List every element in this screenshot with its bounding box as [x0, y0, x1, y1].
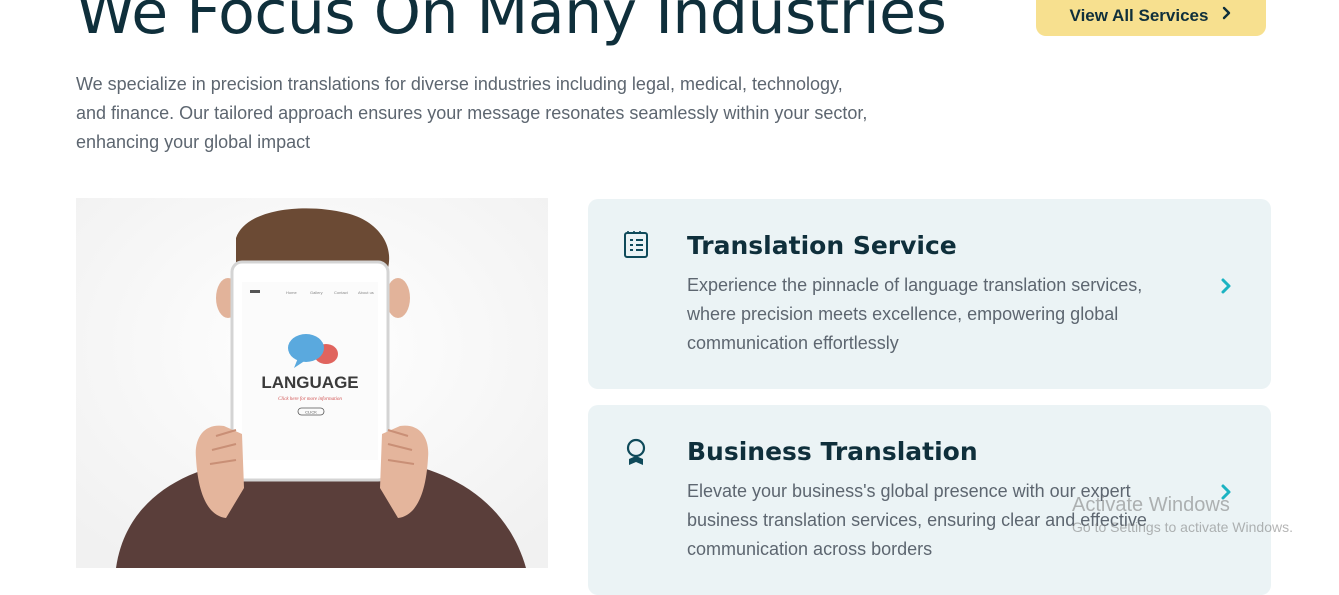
language-tablet-photo: Home Gallery Contact About us LANGUAGE C…: [76, 198, 548, 568]
section-title: We Focus On Many Industries: [76, 0, 947, 48]
award-ribbon-icon: [622, 437, 650, 467]
chevron-right-icon: [1222, 6, 1232, 25]
tablet-nav-gallery: Gallery: [310, 290, 323, 295]
service-description: Elevate your business's global presence …: [687, 481, 1147, 559]
view-all-services-button[interactable]: View All Services: [1036, 0, 1266, 36]
chevron-right-icon[interactable]: [1220, 277, 1234, 295]
section-intro: We specialize in precision translations …: [76, 74, 868, 152]
tablet-nav-home: Home: [286, 290, 297, 295]
document-list-icon: [622, 231, 650, 261]
service-card-business[interactable]: Business Translation Elevate your busine…: [588, 405, 1271, 595]
tablet-nav-contact: Contact: [334, 290, 349, 295]
view-all-services-label: View All Services: [1069, 5, 1209, 25]
chevron-right-icon[interactable]: [1220, 483, 1234, 501]
tablet-subtext: Click here for more information: [278, 397, 342, 402]
tablet-heading: LANGUAGE: [261, 373, 358, 392]
service-title: Translation Service: [687, 231, 957, 260]
service-title: Business Translation: [687, 437, 978, 466]
service-description: Experience the pinnacle of language tran…: [687, 275, 1143, 353]
tablet-nav-about: About us: [358, 290, 374, 295]
service-card-translation[interactable]: Translation Service Experience the pinna…: [588, 199, 1271, 389]
tablet-button: CLICK: [305, 410, 317, 415]
